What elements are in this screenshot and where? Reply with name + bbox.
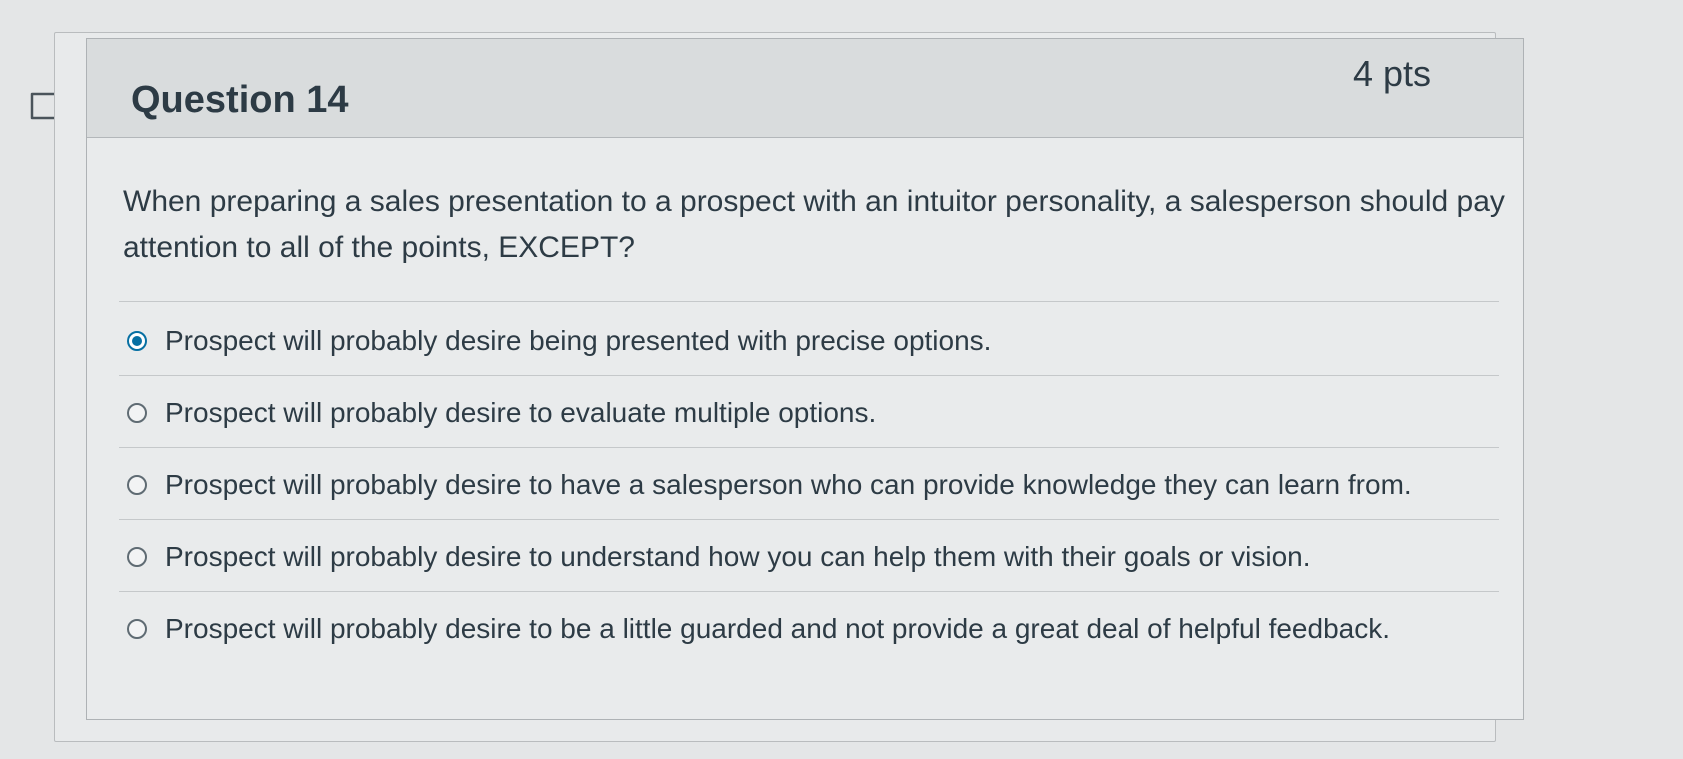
answer-label: Prospect will probably desire to evaluat… — [165, 397, 877, 428]
radio-button[interactable] — [127, 547, 147, 567]
divider — [119, 519, 1499, 520]
divider — [119, 375, 1499, 376]
answer-option-4[interactable]: Prospect will probably desire to underst… — [127, 529, 1311, 585]
answer-option-5[interactable]: Prospect will probably desire to be a li… — [127, 601, 1390, 657]
answer-label: Prospect will probably desire being pres… — [165, 325, 992, 356]
divider — [119, 591, 1499, 592]
answer-label: Prospect will probably desire to be a li… — [165, 613, 1390, 644]
answer-option-2[interactable]: Prospect will probably desire to evaluat… — [127, 385, 876, 441]
radio-button-selected[interactable] — [127, 331, 147, 351]
question-header: Question 14 4 pts — [87, 39, 1523, 138]
answer-option-3[interactable]: Prospect will probably desire to have a … — [127, 457, 1412, 513]
divider — [119, 301, 1499, 302]
divider — [119, 447, 1499, 448]
answer-label: Prospect will probably desire to underst… — [165, 541, 1311, 572]
question-text: When preparing a sales presentation to a… — [123, 185, 1505, 264]
question-title: Question 14 — [131, 79, 349, 121]
question-points: 4 pts — [1352, 53, 1431, 94]
radio-button[interactable] — [127, 403, 147, 423]
answer-option-1[interactable]: Prospect will probably desire being pres… — [127, 313, 991, 369]
question-card: Question 14 4 pts When preparing a sales… — [86, 38, 1524, 720]
radio-button[interactable] — [127, 475, 147, 495]
quiz-page: Question 14 4 pts When preparing a sales… — [0, 0, 1683, 759]
answer-label: Prospect will probably desire to have a … — [165, 469, 1412, 500]
radio-button[interactable] — [127, 619, 147, 639]
